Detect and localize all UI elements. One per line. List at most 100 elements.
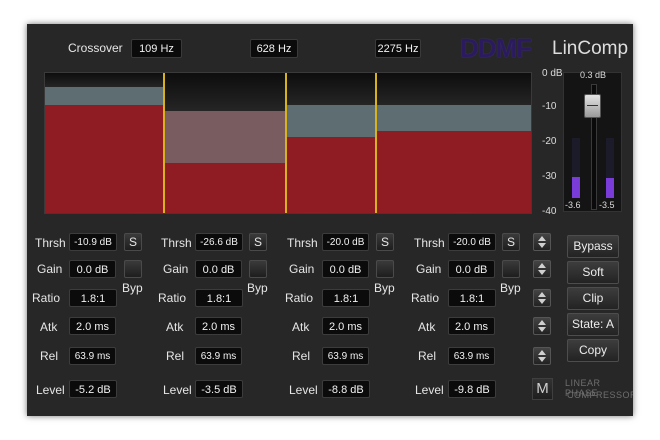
clip-button[interactable]: Clip: [567, 287, 619, 310]
band2-solo-button[interactable]: S: [249, 233, 267, 251]
band3-solo-button[interactable]: S: [376, 233, 394, 251]
band2-gain-field[interactable]: 0.0 dB: [195, 260, 242, 278]
bypass-button[interactable]: Bypass: [567, 235, 619, 258]
band4-bypass-toggle[interactable]: [502, 260, 520, 278]
band2-gain-label: Gain: [163, 262, 189, 276]
band1-release-field[interactable]: 63.9 ms: [69, 347, 116, 365]
band3-bypass-toggle[interactable]: [376, 260, 394, 278]
scale-tick-40: -40: [542, 206, 557, 217]
fader-readout: 0.3 dB: [580, 70, 607, 80]
crossover-freq-1[interactable]: 109 Hz: [131, 39, 182, 58]
band2-bypass-toggle[interactable]: [249, 260, 267, 278]
band-up-down-arrows-3[interactable]: [533, 289, 551, 307]
band3-thrsh-label: Thrsh: [287, 236, 318, 250]
band4-thrsh-label: Thrsh: [414, 236, 445, 250]
ddmf-logo: DDMF: [460, 33, 532, 63]
band4-release-field[interactable]: 63.9 ms: [448, 347, 495, 365]
crossover-freq-2[interactable]: 628 Hz: [250, 39, 298, 58]
band1-bypass-label: Byp: [122, 281, 143, 295]
band2-thrsh-label: Thrsh: [161, 236, 192, 250]
band4-gain-reduction: [377, 105, 531, 131]
band1-ratio-label: Ratio: [32, 291, 61, 305]
crossover-freq-3[interactable]: 2275 Hz: [375, 39, 421, 58]
band3-threshold-field[interactable]: -20.0 dB: [322, 233, 369, 251]
band1-threshold-field[interactable]: -10.9 dB: [69, 233, 117, 251]
band1-release-label: Rel: [40, 349, 59, 363]
band3-ratio-label: Ratio: [285, 291, 314, 305]
band1-attack-field[interactable]: 2.0 ms: [69, 317, 116, 335]
band1-headroom: [45, 73, 163, 87]
band4-gain-field[interactable]: 0.0 dB: [448, 260, 495, 278]
band3-level-readout: -8.8 dB: [322, 380, 370, 398]
band2-attack-field[interactable]: 2.0 ms: [195, 317, 242, 335]
mono-button[interactable]: M: [532, 378, 553, 400]
band-up-down-arrows-5[interactable]: [533, 347, 551, 365]
band3-release-field[interactable]: 63.9 ms: [322, 347, 369, 365]
band2-attack-label: Atk: [166, 320, 184, 334]
band1-level-label: Level: [36, 383, 65, 397]
band3-headroom: [287, 73, 375, 105]
copy-button[interactable]: Copy: [567, 339, 619, 362]
output-fader-handle[interactable]: [584, 94, 601, 118]
band-up-down-arrows-1[interactable]: [533, 233, 551, 251]
left-meter-readout: -3.6: [565, 200, 581, 210]
band3-attack-field[interactable]: 2.0 ms: [322, 317, 369, 335]
band3-bypass-label: Byp: [374, 281, 395, 295]
band4-bypass-label: Byp: [500, 281, 521, 295]
band2-headroom: [165, 73, 285, 111]
scale-tick-30: -30: [542, 171, 557, 182]
band2-threshold-field[interactable]: -26.6 dB: [195, 233, 243, 251]
band4-threshold-field[interactable]: -20.0 dB: [448, 233, 496, 251]
band2-ratio-field[interactable]: 1.8:1: [195, 289, 243, 307]
band1-level-readout: -5.2 dB: [69, 380, 117, 398]
band1-thrsh-label: Thrsh: [35, 236, 66, 250]
tagline-line2: COMPRESSOR: [567, 390, 633, 400]
right-meter-readout: -3.5: [599, 200, 615, 210]
band3-gain-label: Gain: [289, 262, 315, 276]
crossover-label: Crossover: [68, 41, 123, 55]
right-meter-fill: [606, 178, 614, 198]
band4-level-readout: -9.8 dB: [448, 380, 496, 398]
soft-button[interactable]: Soft: [567, 261, 619, 284]
right-meter-track: [606, 138, 614, 198]
band4-attack-label: Atk: [418, 320, 436, 334]
scale-tick-20: -20: [542, 136, 557, 147]
spectrum-display[interactable]: [44, 72, 532, 214]
scale-tick-0: 0 dB: [542, 68, 563, 79]
band4-attack-field[interactable]: 2.0 ms: [448, 317, 495, 335]
lincomp-plugin-window: Crossover 109 Hz 628 Hz 2275 Hz DDMF Lin…: [27, 24, 633, 416]
band4-release-label: Rel: [418, 349, 437, 363]
band2-release-label: Rel: [166, 349, 185, 363]
band4-gain-label: Gain: [416, 262, 442, 276]
band3-ratio-field[interactable]: 1.8:1: [322, 289, 370, 307]
band1-solo-button[interactable]: S: [124, 233, 142, 251]
band-up-down-arrows-2[interactable]: [533, 260, 551, 278]
band1-gain-field[interactable]: 0.0 dB: [69, 260, 116, 278]
band3-release-label: Rel: [292, 349, 311, 363]
band3-attack-label: Atk: [292, 320, 310, 334]
band2-level-readout: -3.5 dB: [195, 380, 243, 398]
state-button[interactable]: State: A: [567, 313, 619, 336]
band2-gain-reduction: [165, 111, 285, 163]
band4-ratio-field[interactable]: 1.8:1: [448, 289, 496, 307]
band1-gain-label: Gain: [37, 262, 63, 276]
band2-release-field[interactable]: 63.9 ms: [195, 347, 242, 365]
band2-bypass-label: Byp: [247, 281, 268, 295]
band3-level-label: Level: [289, 383, 318, 397]
band4-solo-button[interactable]: S: [502, 233, 520, 251]
product-name: LinComp: [552, 38, 629, 59]
band4-ratio-label: Ratio: [411, 291, 440, 305]
left-meter-fill: [572, 177, 580, 198]
band2-ratio-label: Ratio: [158, 291, 187, 305]
band-up-down-arrows-4[interactable]: [533, 317, 551, 335]
band2-level-label: Level: [163, 383, 192, 397]
band1-attack-label: Atk: [40, 320, 58, 334]
band3-gain-field[interactable]: 0.0 dB: [322, 260, 369, 278]
band1-ratio-field[interactable]: 1.8:1: [69, 289, 117, 307]
band4-level-label: Level: [415, 383, 444, 397]
band3-gain-reduction: [287, 105, 375, 137]
band4-headroom: [377, 73, 531, 105]
left-meter-track: [572, 138, 580, 198]
band1-bypass-toggle[interactable]: [124, 260, 142, 278]
band1-gain-reduction: [45, 87, 163, 105]
